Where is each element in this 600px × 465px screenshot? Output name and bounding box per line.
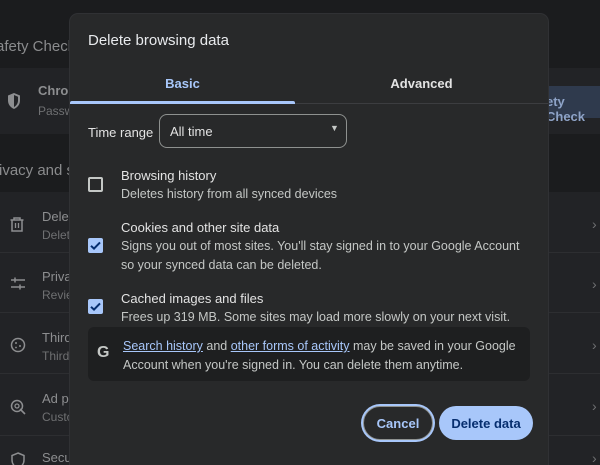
privacy-row-title[interactable]: Third xyxy=(42,330,72,345)
delete-browsing-data-dialog: Delete browsing data Basic Advanced Time… xyxy=(70,14,548,465)
delete-data-button[interactable]: Delete data xyxy=(439,406,533,440)
privacy-row-subtitle: Custo xyxy=(42,410,74,424)
privacy-row-subtitle: Revie xyxy=(42,288,73,302)
dropdown-arrow-icon: ▼ xyxy=(330,123,339,133)
active-tab-indicator xyxy=(70,101,295,104)
tab-bar: Basic Advanced xyxy=(70,62,548,104)
chevron-right-icon: › xyxy=(592,216,597,232)
notice-text: Search history and other forms of activi… xyxy=(123,337,523,375)
checkmark-icon xyxy=(90,241,101,251)
checkmark-icon xyxy=(90,302,101,312)
privacy-row-title[interactable]: Priva xyxy=(42,269,72,284)
cookies-checkbox[interactable] xyxy=(88,238,103,253)
dialog-content: Time range All time ▼ Browsing history D… xyxy=(70,105,548,395)
cache-title: Cached images and files xyxy=(121,291,264,306)
notice-text-part: and xyxy=(202,339,231,353)
privacy-row-title[interactable]: Ad p xyxy=(42,391,69,406)
cookie-icon xyxy=(10,337,26,358)
chevron-right-icon: › xyxy=(592,276,597,292)
time-range-label: Time range xyxy=(88,125,154,140)
google-g-icon: G xyxy=(97,344,110,361)
chevron-right-icon: › xyxy=(592,337,597,353)
chevron-right-icon: › xyxy=(592,450,597,465)
time-range-select[interactable]: All time ▼ xyxy=(159,114,347,148)
browsing-history-title: Browsing history xyxy=(121,168,217,183)
google-activity-notice: G Search history and other forms of acti… xyxy=(88,327,530,381)
safety-check-heading: afety Check xyxy=(0,38,76,55)
other-activity-link[interactable]: other forms of activity xyxy=(231,339,350,353)
safety-check-item-subtitle: Passw xyxy=(38,104,74,118)
privacy-row-title[interactable]: Secu xyxy=(42,450,72,465)
chevron-right-icon: › xyxy=(592,398,597,414)
tune-icon xyxy=(10,276,26,297)
browsing-history-checkbox[interactable] xyxy=(88,177,103,192)
security-icon xyxy=(10,452,26,465)
privacy-section-heading: rivacy and s xyxy=(0,162,75,179)
cookies-title: Cookies and other site data xyxy=(121,220,280,235)
time-range-value: All time xyxy=(170,124,213,139)
dialog-footer: Cancel Delete data xyxy=(70,395,548,465)
trash-icon xyxy=(10,216,24,237)
privacy-row-title[interactable]: Delet xyxy=(42,209,72,224)
cache-description: Frees up 319 MB. Some sites may load mor… xyxy=(121,310,511,324)
dialog-title: Delete browsing data xyxy=(88,32,229,49)
cookies-description: Signs you out of most sites. You'll stay… xyxy=(121,239,520,272)
cancel-button[interactable]: Cancel xyxy=(363,406,433,440)
tab-basic[interactable]: Basic xyxy=(70,62,295,104)
privacy-row-subtitle: Third xyxy=(42,349,70,363)
privacy-row-subtitle: Delet xyxy=(42,228,71,242)
tab-advanced[interactable]: Advanced xyxy=(295,62,548,104)
ad-privacy-icon xyxy=(10,399,26,420)
browsing-history-description: Deletes history from all synced devices xyxy=(121,187,338,201)
cache-checkbox[interactable] xyxy=(88,299,103,314)
shield-icon xyxy=(6,92,22,115)
search-history-link[interactable]: Search history xyxy=(123,339,203,353)
